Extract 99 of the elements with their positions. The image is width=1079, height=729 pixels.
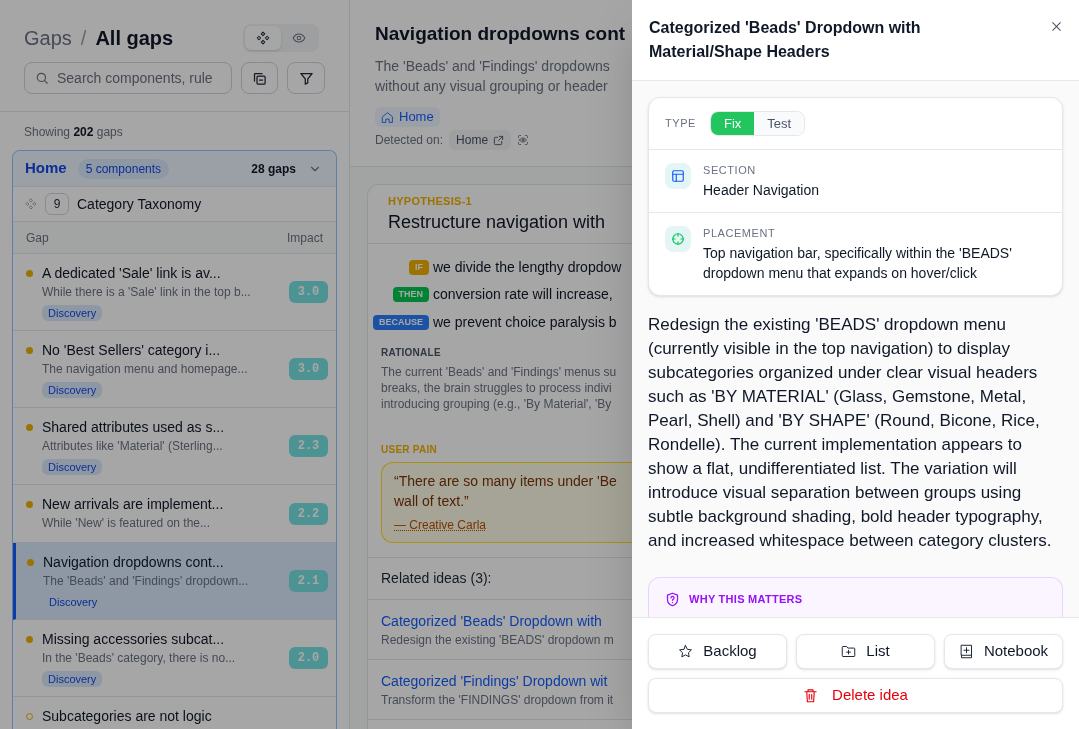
- hypothesis-title: Restructure navigation with: [388, 211, 607, 234]
- related-idea-link[interactable]: Categorized 'Findings' Dropdown wit: [381, 671, 608, 691]
- gap-title: Subcategories are not logic: [42, 707, 213, 726]
- gap-list-item[interactable]: Navigation dropdowns cont... The 'Beads' and 'Findings' dropdown... Discovery 2.1: [13, 543, 336, 620]
- result-count: Showing 202 gaps: [23, 124, 124, 140]
- count-badge: 9: [45, 193, 69, 215]
- impact-score: 3.0: [289, 358, 328, 380]
- list-button[interactable]: List: [796, 634, 935, 669]
- detail-title: Navigation dropdowns cont: [375, 22, 627, 46]
- field-label: TYPE: [665, 116, 696, 132]
- filter-button[interactable]: [287, 62, 325, 94]
- field-value: Top navigation bar, specifically within the 'BEADS' dropdown menu that expands on hover/click: [703, 244, 1013, 283]
- notebook-button[interactable]: Notebook: [944, 634, 1063, 669]
- category-tag: Discovery: [42, 382, 103, 398]
- detail-description: The 'Beads' and 'Findings' dropdowns without any visual grouping or header: [375, 57, 611, 96]
- section-label: RATIONALE: [381, 346, 442, 360]
- section-heading: WHY THIS MATTERS: [689, 592, 803, 607]
- category-tag: Discovery: [42, 459, 103, 475]
- gap-title: No 'Best Sellers' category i...: [42, 341, 222, 360]
- modal-backdrop[interactable]: [0, 0, 632, 729]
- components-icon: [256, 31, 270, 45]
- gap-title: New arrivals are implement...: [42, 495, 225, 514]
- gap-list-item[interactable]: A dedicated 'Sale' link is av... While there is a 'Sale' link in the top b... Discovery 3.0: [13, 254, 336, 331]
- field-label: PLACEMENT: [703, 226, 777, 240]
- hypothesis-label: HYPOTHESIS-1: [388, 194, 473, 209]
- breadcrumb-link[interactable]: Gaps: [24, 24, 72, 52]
- shield-question-icon: [665, 591, 680, 607]
- delete-button[interactable]: Delete idea: [648, 678, 1063, 713]
- clause-text: we divide the lengthy dropdow: [433, 257, 622, 277]
- close-icon: [1049, 19, 1063, 33]
- page-link[interactable]: Home: [449, 130, 512, 150]
- field-label: SECTION: [703, 163, 757, 177]
- category-tag: Discovery: [42, 305, 103, 321]
- group-header[interactable]: Home 5 components 28 gaps: [13, 151, 336, 186]
- gap-title: Shared attributes used as s...: [42, 418, 226, 437]
- quote-author: — Creative Carla: [394, 517, 487, 533]
- gap-summary: In the 'Beads' category, there is no...: [42, 650, 237, 667]
- copy-minus-icon: [251, 70, 267, 86]
- gap-list-item[interactable]: Missing accessories subcat... In the 'Beads' category, there is no... Discovery 2.0: [13, 620, 336, 697]
- column-header: Gap: [26, 229, 49, 247]
- rationale-text: The current 'Beads' and 'Findings' menus su breaks, the brain struggles to process indivi introducing grouping (e.g., 'By Material', 'By: [381, 364, 618, 412]
- search-icon: [35, 71, 49, 85]
- gap-count: 28 gaps: [251, 160, 296, 178]
- gap-list-item[interactable]: Subcategories are not logic: [13, 697, 336, 729]
- clause-badge: IF: [409, 259, 429, 275]
- impact-score: 2.0: [289, 647, 328, 669]
- gap-title: A dedicated 'Sale' link is av...: [42, 264, 222, 283]
- gap-summary: While there is a 'Sale' link in the top b...: [42, 284, 252, 301]
- gap-summary: Attributes like 'Material' (Sterling...: [42, 438, 224, 455]
- related-idea-summary: Transform the 'FINDINGS' dropdown from it: [381, 692, 615, 709]
- detected-label: Detected on:: [375, 132, 444, 149]
- related-heading: Related ideas (3):: [381, 569, 492, 588]
- breadcrumb-separator: /: [80, 26, 87, 51]
- components-icon: [25, 198, 37, 210]
- components-badge: 5 components: [77, 158, 170, 179]
- clause-badge: BECAUSE: [373, 314, 429, 330]
- filter-icon: [298, 70, 314, 86]
- clause-text: we prevent choice paralysis b: [433, 312, 617, 332]
- scan-icon[interactable]: [517, 134, 530, 146]
- search-field[interactable]: Search components, rule: [24, 62, 232, 94]
- impact-score: 2.2: [289, 502, 328, 525]
- page-tag[interactable]: Home: [375, 107, 440, 127]
- category-tag: Discovery: [42, 671, 103, 687]
- gap-summary: The navigation menu and homepage...: [42, 361, 249, 378]
- type-option[interactable]: Test: [754, 112, 805, 135]
- idea-description: Redesign the existing 'BEADS' dropdown menu (currently visible in the top navigation) to display subcategories organized under clear visual headers such as 'BY MATERIAL' (Glass, Gemstone, Metal, Pearl, Shell) and 'BY SHAPE' (Round, Bicone, Rice, Rondelle). The current implementation appears to show a flat, undifferentiated list. The variation will introduce visual separation between groups using subtle background shading, bold header typography, and increased whitespace between category clusters.: [648, 314, 1053, 552]
- impact-score: 2.3: [289, 435, 328, 457]
- star-icon: [678, 644, 694, 659]
- component-name: Category Taxonomy: [77, 194, 202, 214]
- components-view-tab[interactable]: [245, 26, 281, 50]
- eye-icon: [292, 31, 306, 45]
- folder-plus-icon: [841, 644, 857, 659]
- clause-badge: THEN: [392, 287, 429, 302]
- layout-icon: [665, 163, 691, 189]
- related-idea-link[interactable]: Categorized 'Beads' Dropdown with: [381, 611, 602, 631]
- gap-list-item[interactable]: No 'Best Sellers' category i... The navigation menu and homepage... Discovery 3.0: [13, 331, 336, 408]
- external-link-icon: [493, 134, 505, 146]
- backlog-button[interactable]: Backlog: [648, 634, 787, 669]
- gap-list-item[interactable]: Shared attributes used as s... Attributes like 'Material' (Sterling... Discovery 2.3: [13, 408, 336, 485]
- impact-score: 3.0: [289, 281, 328, 303]
- gap-summary: While 'New' is featured on the...: [42, 515, 211, 532]
- column-header: Impact: [287, 229, 323, 247]
- house-icon: [381, 110, 394, 124]
- field-value: Header Navigation: [703, 181, 819, 200]
- related-idea-summary: Redesign the existing 'BEADS' dropdown m: [381, 632, 615, 649]
- gap-title: Navigation dropdowns cont...: [43, 553, 225, 572]
- drawer-title: Categorized 'Beads' Dropdown with Material/Shape Headers: [649, 18, 922, 62]
- quote-text: “There are so many items under 'Be wall of text.”: [394, 472, 618, 511]
- group-name: Home: [25, 158, 67, 179]
- gap-summary: The 'Beads' and 'Findings' dropdown...: [43, 573, 250, 590]
- crosshair-icon: [665, 226, 691, 252]
- gap-title: Missing accessories subcat...: [42, 630, 226, 649]
- section-label: USER PAIN: [381, 443, 438, 457]
- page-title: All gaps: [95, 26, 174, 51]
- stack-button[interactable]: [240, 62, 279, 94]
- clause-text: conversion rate will increase,: [433, 285, 613, 304]
- trash-icon: [803, 688, 819, 703]
- notebook-plus-icon: [958, 644, 974, 659]
- impact-score: 2.1: [289, 570, 328, 592]
